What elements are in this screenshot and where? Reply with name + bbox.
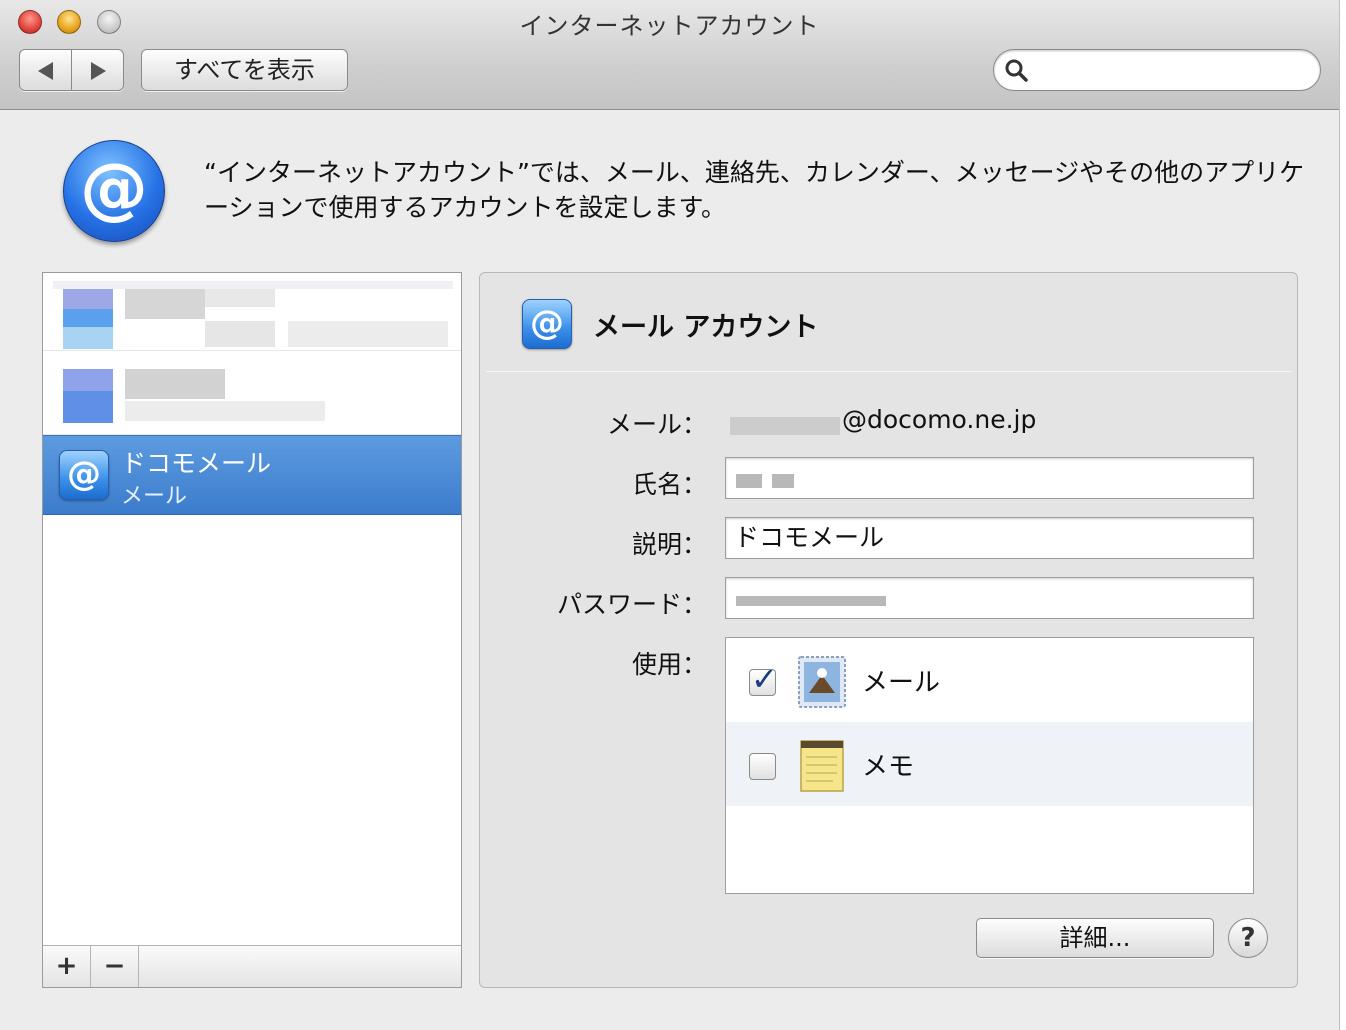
email-label: メール： <box>606 410 707 439</box>
list-footer: + − <box>43 945 461 987</box>
use-label: 使用： <box>631 650 707 679</box>
at-sign-icon: @ <box>59 450 109 500</box>
remove-account-button[interactable]: − <box>91 946 139 987</box>
mail-checkbox[interactable]: ✓ <box>749 660 778 698</box>
redacted-email-user <box>730 417 840 435</box>
apps-list: ✓ メール メモ <box>725 637 1254 894</box>
window-title: インターネットアカウント <box>519 12 820 40</box>
show-all-button[interactable]: すべてを表示 <box>141 49 348 91</box>
forward-button[interactable] <box>71 49 124 91</box>
at-sign-icon: @ <box>63 140 165 242</box>
chevron-left-icon <box>38 62 53 80</box>
header-description: “インターネットアカウント”では、メール、連絡先、カレンダー、メッセージやその他… <box>204 158 1305 222</box>
account-list: @ ドコモメール メール + − <box>42 272 462 988</box>
checkmark-icon: ✓ <box>751 660 778 698</box>
details-button[interactable]: 詳細... <box>976 918 1214 958</box>
add-account-button[interactable]: + <box>43 946 91 987</box>
back-button[interactable] <box>19 49 72 91</box>
chevron-right-icon <box>91 62 106 80</box>
list-item[interactable] <box>43 357 461 435</box>
list-item[interactable] <box>43 273 461 351</box>
description-field[interactable]: ドコモメール <box>725 517 1254 559</box>
toolbar: インターネットアカウント すべてを表示 <box>0 0 1339 110</box>
app-label: メール <box>862 668 941 698</box>
account-type: メール <box>121 484 188 509</box>
search-input[interactable] <box>993 49 1321 91</box>
name-label: 氏名： <box>631 470 707 499</box>
detail-title: メール アカウント <box>593 312 819 343</box>
app-row-mail: ✓ メール <box>726 638 1253 722</box>
preferences-window: インターネットアカウント すべてを表示 @ “インターネットアカウント”では、メ… <box>0 0 1340 1030</box>
list-item-docomo-mail[interactable]: @ ドコモメール メール <box>43 435 461 515</box>
search-icon <box>1005 59 1028 82</box>
notes-checkbox[interactable] <box>749 753 776 780</box>
app-label: メモ <box>862 752 915 782</box>
description-label: 説明： <box>631 530 707 559</box>
password-field[interactable] <box>725 577 1254 619</box>
email-value: @docomo.ne.jp <box>842 405 1037 434</box>
name-field[interactable] <box>725 457 1254 499</box>
help-button[interactable]: ? <box>1228 918 1268 958</box>
account-detail-panel: @ メール アカウント メール： @docomo.ne.jp 氏名： 説明： ド… <box>479 272 1298 988</box>
at-sign-icon: @ <box>522 299 572 349</box>
notes-pad-icon <box>800 740 844 792</box>
password-label: パスワード： <box>556 590 707 619</box>
mail-stamp-icon <box>798 656 846 708</box>
account-title: ドコモメール <box>121 449 272 478</box>
divider <box>486 371 1292 372</box>
app-row-notes: メモ <box>726 722 1253 806</box>
